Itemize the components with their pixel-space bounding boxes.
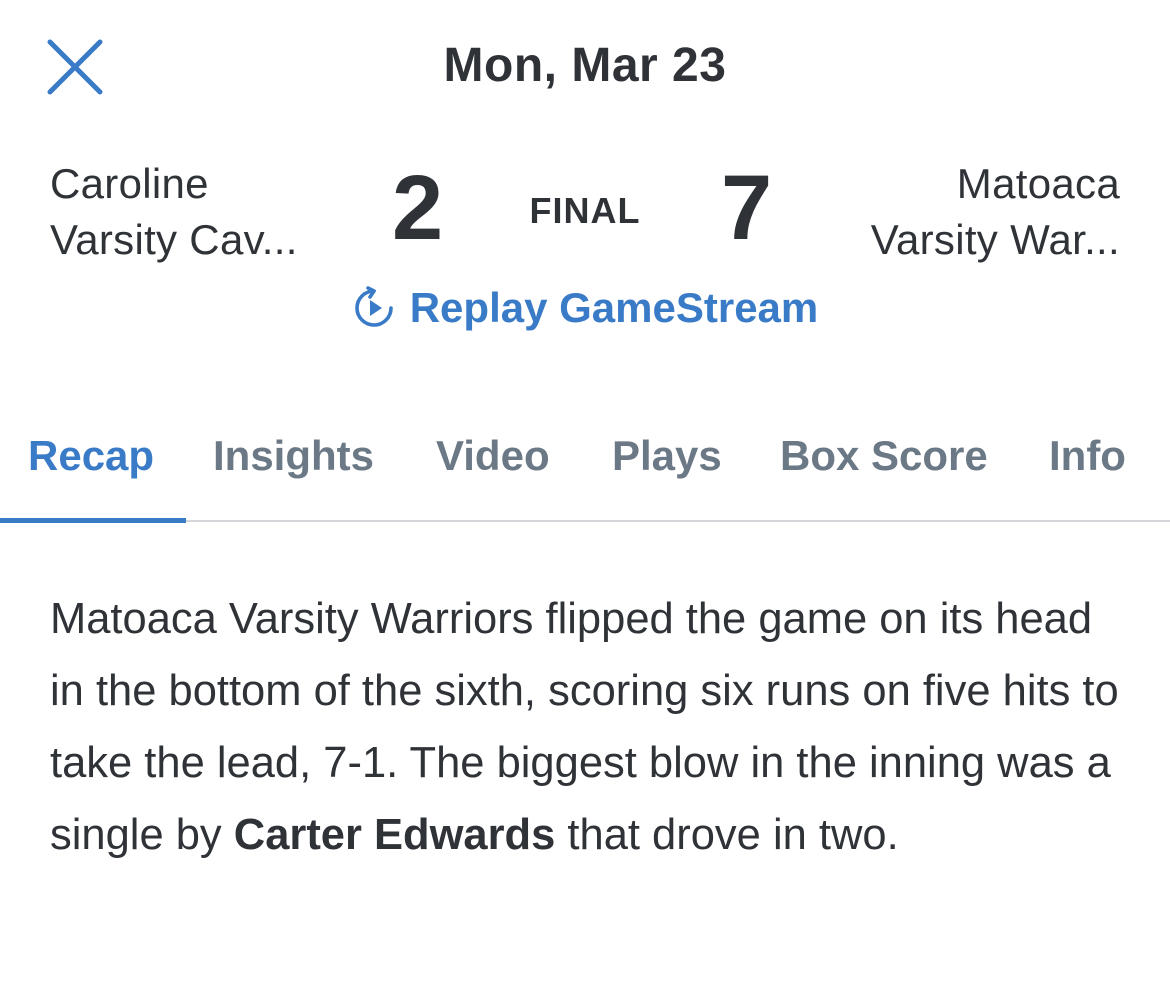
player-link-carter-edwards[interactable]: Carter Edwards — [234, 811, 556, 859]
tab-insights[interactable]: Insights — [213, 432, 374, 480]
recap-text-after: that drove in two. — [555, 811, 899, 859]
recap-text: Matoaca Varsity Warriors flipped the gam… — [50, 583, 1130, 871]
tab-plays[interactable]: Plays — [612, 432, 722, 480]
tab-box-score[interactable]: Box Score — [780, 432, 988, 480]
replay-icon — [354, 286, 393, 327]
replay-gamestream-button[interactable]: Replay GameStream — [0, 284, 1170, 332]
game-date-title: Mon, Mar 23 — [443, 39, 727, 92]
tab-recap[interactable]: Recap — [28, 432, 154, 480]
game-detail-screen: Mon, Mar 23 Caroline Varsity Cav... 2 FI… — [0, 0, 1170, 990]
tab-video[interactable]: Video — [436, 432, 550, 480]
tab-info[interactable]: Info — [1049, 432, 1126, 480]
home-team-score: 7 — [721, 157, 773, 259]
replay-label: Replay GameStream — [409, 284, 819, 331]
home-team-line1: Matoaca — [956, 160, 1120, 207]
tab-bar: Recap Insights Video Plays Box Score Inf… — [0, 418, 1170, 523]
active-tab-indicator — [0, 518, 186, 523]
home-team-line2: Varsity War... — [870, 216, 1120, 263]
home-team-name[interactable]: Matoaca Varsity War... — [871, 156, 1120, 268]
